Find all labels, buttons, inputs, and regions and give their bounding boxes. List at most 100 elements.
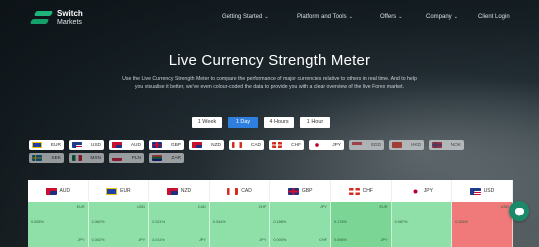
cell-value-v4: 0.011%	[152, 238, 165, 242]
cell-value-v2: USD	[137, 205, 146, 209]
column-header-chf: CHF	[331, 180, 392, 202]
cell-value-v4: 0.302%	[91, 238, 105, 242]
nav-platform-tools[interactable]: Platform and Tools ⌄	[297, 14, 353, 20]
currency-chip-label: SGD	[370, 142, 381, 148]
chat-button[interactable]	[509, 201, 529, 221]
currency-chip-aud[interactable]: AUD	[109, 140, 144, 150]
strength-cell[interactable]: 0.188% JPY CHF 0.000%	[270, 202, 331, 247]
currency-chip-label: HKD	[410, 142, 421, 148]
cell-value-v1: 0.321%	[152, 220, 166, 224]
flag-jp-icon	[312, 142, 322, 148]
column-header-label: GBP	[301, 188, 313, 194]
cell-value-v2: EUR	[76, 205, 85, 209]
column-header-jpy: JPY	[392, 180, 453, 202]
flag-jp-icon	[409, 187, 421, 195]
flag-za-icon	[152, 155, 162, 161]
currency-chip-chf[interactable]: CHF	[269, 140, 304, 150]
cell-value-v4: 0.096%	[333, 238, 347, 242]
flag-ch-icon	[348, 187, 360, 195]
strength-cell[interactable]: 0.178% EUR JPY 0.096%	[330, 202, 392, 247]
page-description: Use the Live Currency Strength Meter to …	[122, 76, 417, 90]
tab-1-week[interactable]: 1 Week	[192, 117, 222, 128]
nav-company[interactable]: Company ⌄	[426, 14, 458, 20]
flag-hk-icon	[392, 142, 402, 148]
strength-table: AUD EUR NZD CAD GBP CHF JPY USD 0.005% EUR JPY 0.3…	[28, 180, 513, 247]
table-header: AUD EUR NZD CAD GBP CHF JPY USD	[28, 180, 513, 202]
strength-cell[interactable]: 0.321% CAD JPY 0.011%	[149, 202, 210, 247]
currency-chip-nzd[interactable]: NZD	[189, 140, 224, 150]
nav-getting-started[interactable]: Getting Started ⌄	[222, 14, 269, 20]
flag-pl-icon	[112, 155, 122, 161]
currency-chip-zar[interactable]: ZAR	[149, 153, 184, 163]
strength-cell[interactable]: 0.344% CHF JPY	[209, 202, 271, 247]
flag-au-icon	[45, 187, 57, 195]
currency-chip-label: JPY	[332, 142, 341, 148]
flag-mx-icon	[72, 155, 82, 161]
currency-chip-label: CAD	[250, 142, 261, 148]
page-title: Live Currency Strength Meter	[168, 52, 371, 69]
timeframe-tabs: 1 Week 1 Day 4 Hours 1 Hour	[192, 117, 330, 128]
currency-chip-sek[interactable]: SEK	[29, 153, 64, 163]
cell-value-v1: 0.087%	[394, 220, 408, 224]
chevron-down-icon: ⌄	[453, 14, 458, 20]
column-header-label: CAD	[241, 188, 252, 194]
cell-value-v1: 0.344%	[212, 220, 226, 224]
currency-chip-label: AUD	[130, 142, 141, 148]
flag-se-icon	[32, 155, 42, 161]
tab-1-day[interactable]: 1 Day	[228, 117, 258, 128]
currency-chip-gbp[interactable]: GBP	[149, 140, 184, 150]
currency-chip-label: MXN	[90, 155, 101, 161]
cell-value-v1: 0.188%	[273, 220, 287, 224]
currency-chip-eur[interactable]: EUR	[29, 140, 64, 150]
brand-logo[interactable]: Switch Markets	[29, 9, 83, 27]
strength-cell[interactable]: 0.234% USD	[452, 202, 513, 247]
strength-cell[interactable]: 0.362% USD JPY 0.302%	[88, 202, 150, 247]
flag-sg-icon	[352, 142, 362, 148]
cell-value-v1: 0.234%	[455, 220, 469, 224]
cell-value-v1: 0.178%	[333, 220, 347, 224]
column-header-aud: AUD	[28, 180, 89, 202]
cell-value-v2: CAD	[197, 205, 206, 209]
flag-us-icon	[72, 142, 82, 148]
flag-eu-icon	[106, 187, 118, 195]
currency-chip-jpy[interactable]: JPY	[309, 140, 344, 150]
tab-4-hours[interactable]: 4 Hours	[264, 117, 294, 128]
strength-cell[interactable]: 0.087%	[391, 202, 453, 247]
cell-value-v3: JPY	[138, 238, 146, 242]
flag-nz-icon	[166, 187, 178, 195]
currency-chips-row-2: SEK MXN PLN ZAR	[29, 153, 184, 163]
currency-chip-usd[interactable]: USD	[69, 140, 104, 150]
column-header-label: USD	[483, 188, 495, 194]
chevron-down-icon: ⌄	[264, 14, 269, 20]
currency-chip-pln[interactable]: PLN	[109, 153, 144, 163]
currency-chip-hkd[interactable]: HKD	[389, 140, 424, 150]
currency-chip-sgd[interactable]: SGD	[349, 140, 384, 150]
currency-chip-label: GBP	[170, 142, 181, 148]
chevron-down-icon: ⌄	[398, 14, 403, 20]
currency-chip-label: PLN	[131, 155, 141, 161]
table-body: 0.005% EUR JPY 0.362% USD JPY 0.302% 0.321% CAD J…	[28, 202, 513, 247]
currency-chip-mxn[interactable]: MXN	[69, 153, 104, 163]
column-header-label: NZD	[180, 188, 192, 194]
currency-chips-row-1: EUR USD AUD GBP NZD CAD CHF JPY SGD HKD NOK	[29, 140, 464, 150]
currency-chip-label: NOK	[450, 142, 461, 148]
currency-chip-label: USD	[90, 142, 101, 148]
currency-chip-label: SEK	[51, 155, 61, 161]
column-header-usd: USD	[452, 180, 513, 202]
tab-1-hour[interactable]: 1 Hour	[300, 117, 330, 128]
cell-value-v1: 0.005%	[31, 220, 44, 224]
currency-chip-label: CHF	[291, 142, 301, 148]
currency-chip-label: NZD	[211, 142, 221, 148]
cell-value-v1: 0.362%	[91, 220, 105, 224]
cell-value-v2: EUR	[379, 205, 388, 209]
flag-eu-icon	[32, 142, 42, 148]
nav-offers[interactable]: Offers ⌄	[380, 14, 402, 20]
column-header-label: AUD	[59, 188, 71, 194]
currency-chip-cad[interactable]: CAD	[229, 140, 264, 150]
strength-cell[interactable]: 0.005% EUR JPY	[28, 202, 89, 247]
flag-gb-icon	[287, 187, 299, 195]
column-header-label: EUR	[120, 188, 131, 194]
currency-chip-nok[interactable]: NOK	[429, 140, 464, 150]
nav-client-login[interactable]: Client Login	[478, 14, 510, 20]
cell-value-v3: JPY	[259, 238, 267, 242]
